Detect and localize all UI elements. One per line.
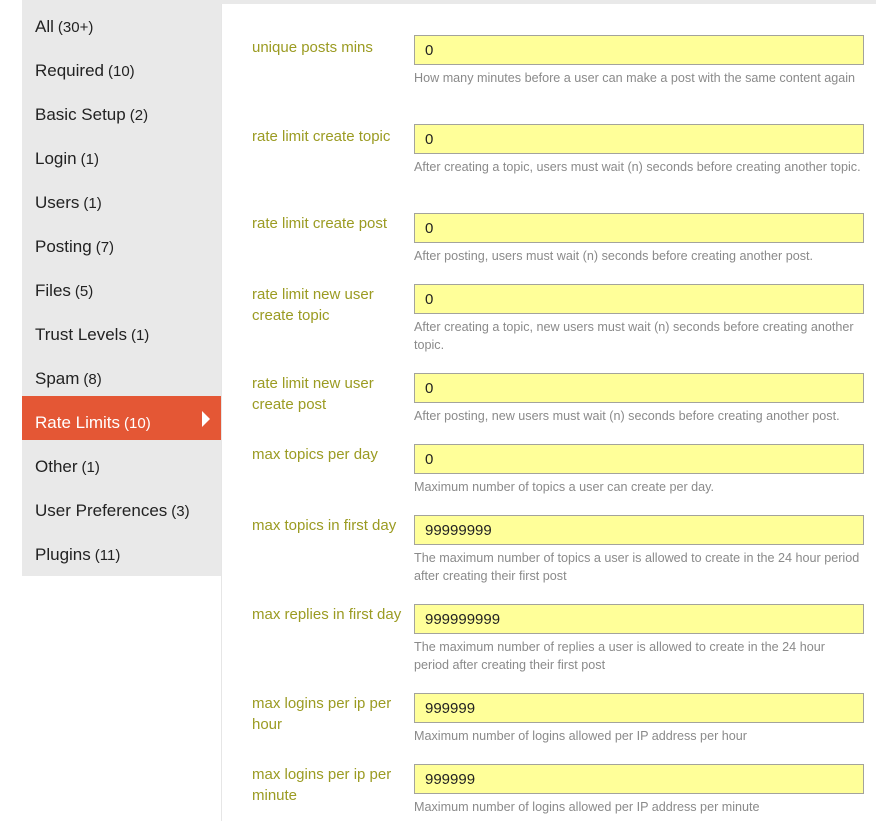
nav-item-label: Files (35, 281, 71, 300)
setting-label: max logins per ip per hour (252, 695, 392, 733)
nav-item-label: Other (35, 457, 78, 476)
setting-description: After creating a topic, users must wait … (414, 160, 861, 174)
nav-item-label: Plugins (35, 545, 91, 564)
rate-limit-create-post-input[interactable]: 0 (414, 213, 864, 243)
nav-item-label: User Preferences (35, 501, 168, 520)
nav-item-label: Basic Setup (35, 105, 126, 124)
setting-description: How many minutes before a user can make … (414, 71, 856, 85)
nav-item-other[interactable]: Other (1) (22, 440, 221, 484)
setting-label: unique posts mins (252, 39, 373, 56)
nav-item-label: Required (35, 61, 104, 80)
nav-item-login[interactable]: Login (1) (22, 132, 221, 176)
setting-label: rate limit create topic (252, 128, 391, 145)
nav-item-label: Rate Limits (35, 413, 121, 432)
setting-description: Maximum number of logins allowed per IP … (414, 729, 747, 743)
setting-label: max logins per ip per minute (252, 766, 392, 804)
settings-category-sidebar: All (30+) Required (10) Basic Setup (2) Log… (22, 0, 221, 576)
nav-item-label: Login (35, 149, 77, 168)
setting-description: After posting, new users must wait (n) s… (414, 409, 840, 423)
setting-label: max replies in first day (252, 606, 402, 623)
nav-item-count: (7) (95, 239, 115, 256)
nav-item-required[interactable]: Required (10) (22, 44, 221, 88)
nav-item-count: (1) (80, 151, 99, 168)
nav-item-all[interactable]: All (30+) (22, 0, 221, 44)
nav-item-spam[interactable]: Spam (8) (22, 352, 221, 396)
max-logins-per-ip-per-hour-input[interactable]: 999999 (414, 693, 864, 723)
nav-item-label: Users (35, 193, 80, 212)
nav-item-rate-limits[interactable]: Rate Limits (10) (22, 396, 221, 440)
top-bar (221, 0, 876, 4)
caret-right-icon (202, 411, 210, 427)
nav-item-count: (10) (124, 415, 151, 432)
nav-item-count: (5) (74, 283, 94, 300)
setting-description: Maximum number of logins allowed per IP … (414, 800, 760, 814)
max-replies-in-first-day-input[interactable]: 999999999 (414, 604, 864, 634)
rate-limit-create-topic-input[interactable]: 0 (414, 124, 864, 154)
nav-item-files[interactable]: Files (5) (22, 264, 221, 308)
nav-item-count: (8) (83, 371, 102, 388)
max-topics-in-first-day-input[interactable]: 99999999 (414, 515, 864, 545)
nav-item-posting[interactable]: Posting (7) (22, 220, 221, 264)
max-logins-per-ip-per-minute-input[interactable]: 999999 (414, 764, 864, 794)
setting-description: The maximum number of replies a user is … (414, 640, 825, 672)
nav-item-count: (1) (83, 195, 102, 212)
nav-item-count: (10) (108, 63, 135, 80)
nav-item-label: Trust Levels (35, 325, 127, 344)
setting-description: After posting, users must wait (n) secon… (414, 249, 814, 263)
content-divider (221, 4, 222, 821)
unique-posts-mins-input[interactable]: 0 (414, 35, 864, 65)
nav-item-label: Posting (35, 237, 92, 256)
nav-item-count: (3) (171, 503, 190, 520)
setting-label: rate limit new user create topic (252, 286, 374, 324)
setting-label: max topics in first day (252, 517, 397, 534)
max-topics-per-day-input[interactable]: 0 (414, 444, 864, 474)
nav-item-count: (1) (81, 459, 100, 476)
nav-item-basic-setup[interactable]: Basic Setup (2) (22, 88, 221, 132)
rate-limit-new-user-create-post-input[interactable]: 0 (414, 373, 864, 403)
nav-item-count: (11) (94, 547, 121, 564)
nav-item-label: All (35, 17, 54, 36)
nav-item-users[interactable]: Users (1) (22, 176, 221, 220)
setting-description: After creating a topic, new users must w… (414, 320, 854, 352)
nav-item-count: (2) (129, 107, 149, 124)
setting-label: rate limit create post (252, 215, 388, 232)
setting-label: max topics per day (252, 446, 378, 463)
setting-label: rate limit new user create post (252, 375, 374, 413)
setting-description: The maximum number of topics a user is a… (414, 551, 860, 583)
nav-item-label: Spam (35, 369, 80, 388)
rate-limit-new-user-create-topic-input[interactable]: 0 (414, 284, 864, 314)
nav-item-count: (30+) (57, 19, 94, 36)
nav-item-trust-levels[interactable]: Trust Levels (1) (22, 308, 221, 352)
nav-item-count: (1) (130, 327, 150, 344)
nav-item-plugins[interactable]: Plugins (11) (22, 528, 221, 572)
setting-description: Maximum number of topics a user can crea… (414, 480, 715, 494)
nav-item-user-preferences[interactable]: User Preferences (3) (22, 484, 221, 528)
